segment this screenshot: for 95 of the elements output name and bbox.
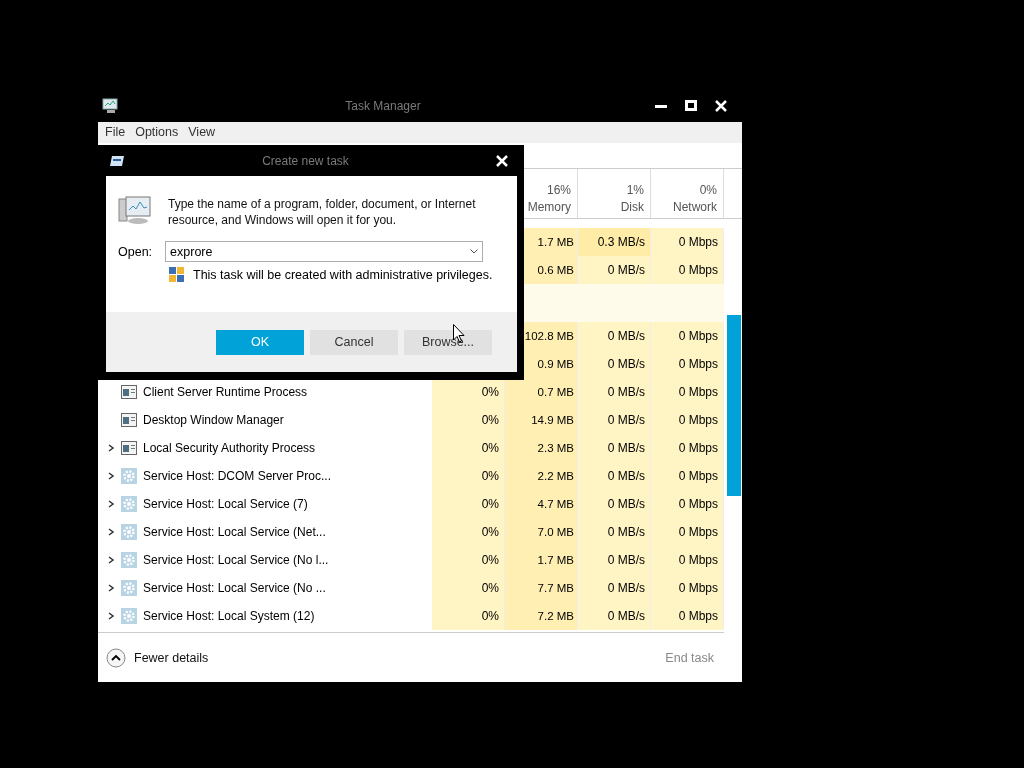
gear-icon — [121, 495, 137, 512]
table-cell: 1.7 MB — [505, 545, 578, 574]
table-cell: 0 Mbps — [651, 377, 724, 406]
collapse-icon[interactable] — [106, 647, 126, 668]
table-cell: 0 MB/s — [578, 461, 651, 490]
table-cell: 7.0 MB — [505, 517, 578, 546]
table-cell: 0 Mbps — [651, 349, 724, 378]
expand-chevron-icon[interactable] — [107, 470, 115, 481]
table-cell: 4.7 MB — [505, 489, 578, 518]
minimize-icon[interactable] — [655, 103, 667, 108]
process-name: Service Host: Local Service (Net... — [143, 524, 326, 539]
open-label: Open: — [118, 244, 153, 259]
expand-chevron-icon[interactable] — [107, 526, 115, 537]
process-name: Service Host: Local System (12) — [143, 608, 315, 623]
menu-item[interactable]: File — [100, 125, 131, 140]
table-cell: 0% — [432, 489, 505, 518]
table-cell: 2.3 MB — [505, 433, 578, 462]
dialog-title: Create new task — [261, 153, 350, 168]
table-cell: 0 Mbps — [651, 227, 724, 256]
gear-icon — [121, 467, 137, 484]
close-icon[interactable] — [496, 154, 508, 167]
app-window-icon — [121, 412, 137, 427]
expand-chevron-icon[interactable] — [107, 582, 115, 593]
table-cell: 2.2 MB — [505, 461, 578, 490]
column-percent: 16% — [546, 182, 571, 197]
table-cell: 0% — [432, 461, 505, 490]
open-combo-box[interactable]: exprore — [165, 241, 484, 262]
table-cell: 0 Mbps — [651, 545, 724, 574]
computer-icon — [118, 196, 152, 226]
shield-icon — [169, 267, 185, 283]
table-cell: 0 MB/s — [578, 545, 651, 574]
table-cell: 0.3 MB/s — [578, 227, 651, 256]
column-percent: 0% — [699, 182, 717, 197]
menu-item[interactable]: View — [183, 125, 221, 140]
table-cell: 0 MB/s — [578, 433, 651, 462]
table-cell: 0 Mbps — [651, 461, 724, 490]
table-cell: 0% — [432, 601, 505, 630]
table-cell: 0 MB/s — [578, 601, 651, 630]
column-header[interactable]: Network — [673, 199, 717, 214]
process-name: Service Host: Local Service (No ... — [143, 580, 326, 595]
column-header[interactable]: Disk — [620, 199, 644, 214]
expand-chevron-icon[interactable] — [107, 498, 115, 509]
maximize-icon[interactable] — [685, 100, 697, 112]
table-cell: 0 Mbps — [651, 517, 724, 546]
instruction-text: Type the name of a program, folder, document, or Internet resource, and Windows will open it for you. — [168, 196, 477, 228]
table-cell: 14.9 MB — [505, 405, 578, 434]
table-cell: 0 Mbps — [651, 255, 724, 284]
window-title: Task Manager — [344, 98, 422, 113]
dialog-button[interactable]: Cancel — [310, 329, 398, 355]
process-name: Desktop Window Manager — [143, 412, 284, 427]
process-name: Service Host: Local Service (No l... — [143, 552, 329, 567]
table-cell: 0 Mbps — [651, 573, 724, 602]
table-cell: 0% — [432, 405, 505, 434]
column-percent: 1% — [626, 182, 644, 197]
close-icon[interactable] — [715, 99, 727, 112]
window-icon — [110, 155, 124, 166]
table-cell: 0 MB/s — [578, 321, 651, 350]
table-cell: 0 Mbps — [651, 433, 724, 462]
table-cell: 0 Mbps — [651, 321, 724, 350]
expand-chevron-icon[interactable] — [107, 610, 115, 621]
gear-icon — [121, 523, 137, 540]
app-window-icon — [121, 384, 137, 399]
table-cell: 0 MB/s — [578, 573, 651, 602]
gear-icon — [121, 551, 137, 568]
fewer-details-link[interactable]: Fewer details — [134, 650, 209, 665]
table-cell: 7.7 MB — [505, 573, 578, 602]
table-cell: 0 MB/s — [578, 377, 651, 406]
table-cell: 0% — [432, 517, 505, 546]
gear-icon — [121, 607, 137, 624]
column-header[interactable]: Memory — [527, 199, 571, 214]
admin-privileges-note: This task will be created with administrative privileges. — [193, 268, 493, 282]
dialog-button[interactable]: Browse... — [404, 329, 492, 355]
table-cell: 7.2 MB — [505, 601, 578, 630]
process-name: Client Server Runtime Process — [143, 384, 308, 399]
expand-chevron-icon[interactable] — [107, 554, 115, 565]
table-cell: 0.7 MB — [505, 377, 578, 406]
table-cell: 0% — [432, 545, 505, 574]
process-name: Local Security Authority Process — [143, 440, 316, 455]
table-cell: 0 MB/s — [578, 349, 651, 378]
table-cell: 0 Mbps — [651, 601, 724, 630]
table-cell: 0 MB/s — [578, 517, 651, 546]
table-cell: 0 Mbps — [651, 489, 724, 518]
process-name: Service Host: Local Service (7) — [143, 496, 308, 511]
monitor-icon — [102, 97, 120, 114]
table-cell: 0 Mbps — [651, 405, 724, 434]
table-cell: 0% — [432, 573, 505, 602]
table-cell: 0 MB/s — [578, 255, 651, 284]
gear-icon — [121, 579, 137, 596]
table-cell: 0 MB/s — [578, 489, 651, 518]
expand-chevron-icon[interactable] — [107, 442, 115, 453]
menu-item[interactable]: Options — [130, 125, 184, 140]
app-window-icon — [121, 440, 137, 455]
process-name: Service Host: DCOM Server Proc... — [143, 468, 332, 483]
table-cell: 0% — [432, 433, 505, 462]
table-cell: 0 MB/s — [578, 405, 651, 434]
